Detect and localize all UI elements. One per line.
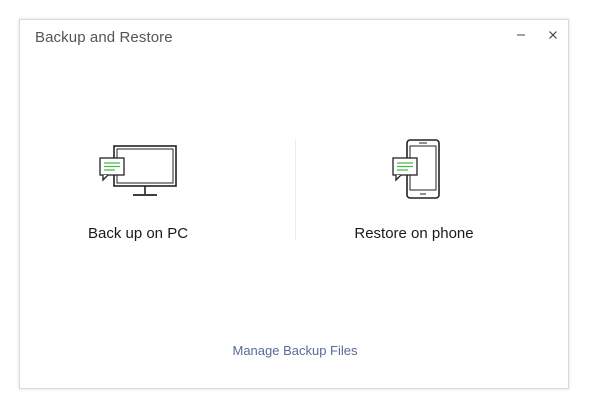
close-icon bbox=[549, 31, 557, 39]
manage-backup-files-link[interactable]: Manage Backup Files bbox=[20, 343, 570, 358]
options-divider bbox=[295, 140, 296, 240]
back-up-on-pc-label: Back up on PC bbox=[87, 225, 189, 242]
back-up-on-pc-option[interactable]: Back up on PC bbox=[38, 130, 238, 250]
phone-chat-icon bbox=[314, 130, 514, 200]
backup-restore-window: Backup and Restore Back up on PC Restore… bbox=[19, 19, 569, 389]
computer-chat-icon bbox=[38, 130, 238, 200]
window-title: Backup and Restore bbox=[35, 29, 173, 46]
restore-on-phone-label: Restore on phone bbox=[354, 225, 474, 242]
minimize-icon bbox=[517, 34, 525, 36]
close-button[interactable] bbox=[542, 24, 564, 46]
minimize-button[interactable] bbox=[510, 24, 532, 46]
restore-on-phone-option[interactable]: Restore on phone bbox=[314, 130, 514, 250]
